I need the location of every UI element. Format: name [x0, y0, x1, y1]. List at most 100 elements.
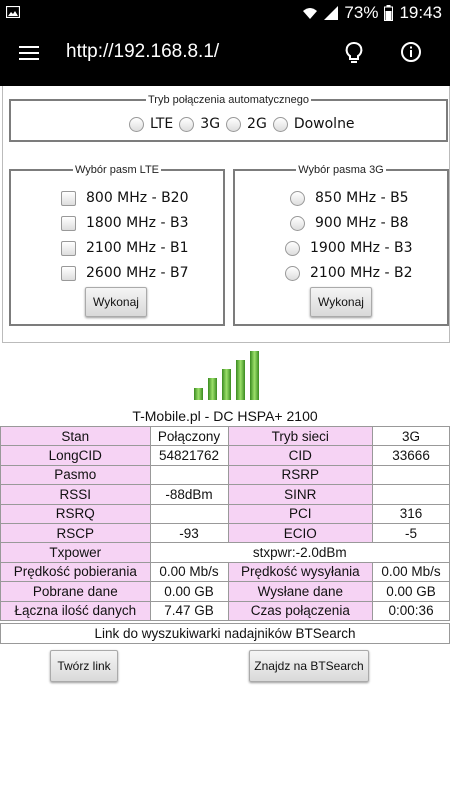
- signal-bar: [194, 388, 203, 400]
- radio-2g-label: 2G: [247, 116, 267, 132]
- clock: 19:43: [399, 3, 442, 22]
- lte-band-row: 1800 MHz - B3: [61, 215, 189, 231]
- table-key: LongCID: [0, 445, 151, 466]
- mode-options: LTE 3G 2G Dowolne: [123, 116, 355, 132]
- radio-lte-label: LTE: [150, 116, 174, 132]
- table-value: 54821762: [149, 445, 229, 466]
- lte-band-label: 800 MHz - B20: [86, 190, 189, 206]
- find-on-btsearch-button[interactable]: Znajdz na BTSearch: [249, 650, 369, 682]
- status-right: 73% 19:43: [302, 3, 442, 23]
- menu-icon[interactable]: [18, 42, 40, 64]
- 3g-band-row: 2100 MHz - B2: [285, 265, 413, 281]
- signal-bar: [236, 360, 245, 400]
- connection-mode-group: Tryb połączenia automatycznego LTE 3G 2G…: [9, 94, 448, 142]
- table-key: RSCP: [0, 522, 151, 544]
- table-key: Czas połączenia: [227, 600, 374, 621]
- table-value: [372, 464, 450, 486]
- table-row: RSCP -93 ECIO -5: [0, 522, 450, 544]
- table-value: 0.00 GB: [372, 581, 450, 602]
- cell-signal-icon: [324, 6, 339, 20]
- info-icon[interactable]: [400, 41, 422, 63]
- radio-3g-b5[interactable]: [290, 190, 305, 206]
- 3g-bands-group: Wybór pasma 3G 850 MHz - B5 900 MHz - B8…: [233, 164, 449, 326]
- lte-bands-group: Wybór pasm LTE 800 MHz - B20 1800 MHz - …: [9, 164, 225, 326]
- table-row: Prędkość pobierania 0.00 Mb/s Prędkość w…: [0, 561, 450, 583]
- table-value: 0:00:36: [372, 600, 450, 621]
- 3g-apply-button[interactable]: Wykonaj: [310, 287, 372, 317]
- table-value: 33666: [372, 445, 450, 466]
- status-table: Stan Połączony Tryb sieci 3G LongCID 548…: [0, 425, 450, 621]
- table-value: 0.00 Mb/s: [149, 561, 229, 583]
- signal-strength-icon: [194, 350, 260, 400]
- 3g-band-label: 1900 MHz - B3: [310, 240, 413, 256]
- radio-3g-b2[interactable]: [285, 265, 300, 281]
- lte-band-label: 2600 MHz - B7: [86, 265, 189, 281]
- table-value: [149, 503, 229, 524]
- checkbox-lte-b3[interactable]: [61, 215, 76, 231]
- table-key: ECIO: [227, 522, 374, 544]
- gallery-icon: [6, 6, 20, 18]
- lte-band-row: 800 MHz - B20: [61, 190, 189, 206]
- table-key: Wysłane dane: [227, 581, 374, 602]
- table-value: 3G: [372, 425, 450, 447]
- app-bar: http://192.168.8.1/: [0, 28, 450, 86]
- table-key: Stan: [0, 425, 151, 447]
- table-key: RSSI: [0, 484, 151, 505]
- table-value: Połączony: [149, 425, 229, 447]
- table-value: 0.00 Mb/s: [372, 561, 450, 583]
- checkbox-lte-b7[interactable]: [61, 265, 76, 281]
- url-title: http://192.168.8.1/: [66, 41, 220, 62]
- table-key: Pasmo: [0, 464, 151, 486]
- table-row: RSSI -88dBm SINR: [0, 484, 450, 505]
- radio-lte[interactable]: [129, 116, 144, 132]
- table-row: RSRQ PCI 316: [0, 503, 450, 524]
- 3g-band-label: 850 MHz - B5: [315, 190, 409, 206]
- table-row: Pasmo RSRP: [0, 464, 450, 486]
- signal-bar: [222, 369, 231, 400]
- table-key: RSRQ: [0, 503, 151, 524]
- btsearch-link-label: Link do wyszukiwarki nadajników BTSearch: [0, 623, 450, 644]
- radio-2g[interactable]: [226, 116, 242, 132]
- create-link-button[interactable]: Twórz link: [50, 650, 118, 682]
- signal-bar: [208, 378, 217, 400]
- lte-band-label: 1800 MHz - B3: [86, 215, 189, 231]
- lte-apply-button[interactable]: Wykonaj: [85, 287, 147, 317]
- checkbox-lte-b20[interactable]: [61, 190, 76, 206]
- 3g-band-label: 900 MHz - B8: [315, 215, 409, 231]
- checkbox-lte-b1[interactable]: [61, 240, 76, 256]
- table-key: PCI: [227, 503, 374, 524]
- radio-any-label: Dowolne: [293, 116, 355, 132]
- lte-band-row: 2600 MHz - B7: [61, 265, 189, 281]
- radio-3g[interactable]: [179, 116, 195, 132]
- table-value: -5: [372, 522, 450, 544]
- 3g-band-row: 1900 MHz - B3: [285, 240, 413, 256]
- 3g-band-row: 850 MHz - B5: [290, 190, 409, 206]
- radio-3g-b3[interactable]: [285, 240, 300, 256]
- table-key: Pobrane dane: [0, 581, 151, 602]
- table-key: Prędkość wysyłania: [227, 561, 374, 583]
- 3g-bands-legend: Wybór pasma 3G: [298, 164, 384, 176]
- network-name: T-Mobile.pl - DC HSPA+ 2100: [132, 408, 318, 424]
- table-row: Łączna ilość danych 7.47 GB Czas połącze…: [0, 600, 450, 621]
- table-key: Łączna ilość danych: [0, 600, 151, 621]
- table-row: LongCID 54821762 CID 33666: [0, 445, 450, 466]
- lte-band-label: 2100 MHz - B1: [86, 240, 189, 256]
- radio-3g-label: 3G: [200, 116, 221, 132]
- table-key: Txpower: [0, 542, 151, 563]
- table-key: CID: [227, 445, 374, 466]
- table-key: RSRP: [227, 464, 374, 486]
- table-value: 7.47 GB: [149, 600, 229, 621]
- radio-3g-b8[interactable]: [290, 215, 305, 231]
- radio-any[interactable]: [272, 116, 288, 132]
- table-value: 316: [372, 503, 450, 524]
- status-bar: 73% 19:43: [0, 0, 450, 28]
- 3g-band-row: 900 MHz - B8: [290, 215, 409, 231]
- settings-panel: Tryb połączenia automatycznego LTE 3G 2G…: [2, 86, 450, 343]
- table-value: -93: [149, 522, 229, 544]
- lightbulb-icon[interactable]: [343, 41, 365, 65]
- battery-icon: [384, 5, 394, 21]
- table-key: Prędkość pobierania: [0, 561, 151, 583]
- wifi-icon: [303, 8, 318, 19]
- table-row: Pobrane dane 0.00 GB Wysłane dane 0.00 G…: [0, 581, 450, 602]
- 3g-band-label: 2100 MHz - B2: [310, 265, 413, 281]
